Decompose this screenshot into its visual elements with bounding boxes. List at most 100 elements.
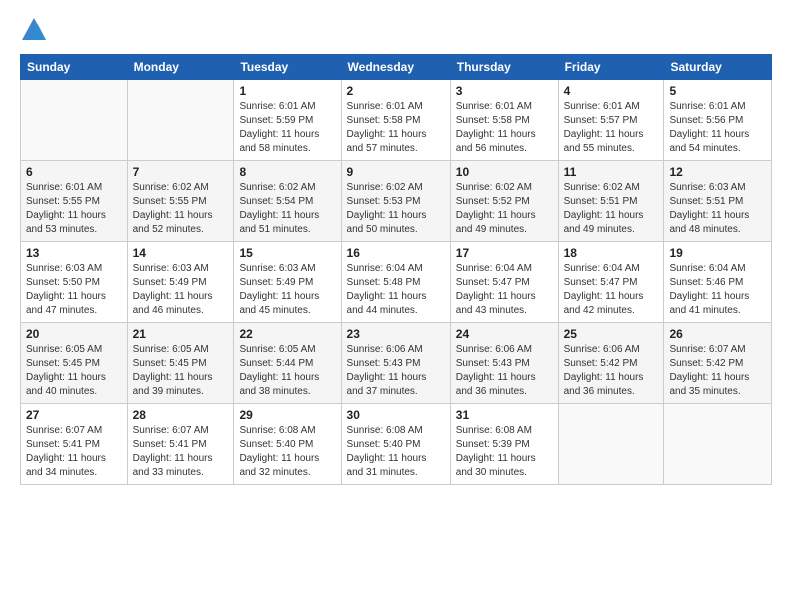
page: SundayMondayTuesdayWednesdayThursdayFrid…	[0, 0, 792, 612]
day-detail: Sunrise: 6:06 AMSunset: 5:43 PMDaylight:…	[456, 343, 553, 399]
day-detail: Sunrise: 6:07 AMSunset: 5:42 PMDaylight:…	[669, 343, 766, 399]
day-cell: 3Sunrise: 6:01 AMSunset: 5:58 PMDaylight…	[450, 80, 558, 161]
col-header-sunday: Sunday	[21, 55, 128, 80]
day-number: 4	[564, 84, 659, 98]
day-number: 6	[26, 165, 122, 179]
day-cell: 4 Sunrise: 6:01 AMSunset: 5:57 PMDaylight…	[558, 80, 664, 161]
col-header-friday: Friday	[558, 55, 664, 80]
day-detail: Sunrise: 6:02 AMSunset: 5:55 PMDaylight:…	[133, 181, 229, 237]
day-detail: Sunrise: 6:01 AMSunset: 5:56 PMDaylight:…	[669, 100, 766, 156]
day-detail: Sunrise: 6:07 AMSunset: 5:41 PMDaylight:…	[133, 424, 229, 480]
day-cell: 19 Sunrise: 6:04 AMSunset: 5:46 PMDayligh…	[664, 242, 772, 323]
day-number: 28	[133, 408, 229, 422]
calendar-header-row: SundayMondayTuesdayWednesdayThursdayFrid…	[21, 55, 772, 80]
day-cell: 27 Sunrise: 6:07 AMSunset: 5:41 PMDayligh…	[21, 404, 128, 485]
day-detail: Sunrise: 6:05 AMSunset: 5:45 PMDaylight:…	[133, 343, 229, 399]
calendar-table: SundayMondayTuesdayWednesdayThursdayFrid…	[20, 54, 772, 485]
day-cell	[558, 404, 664, 485]
week-row-2: 6 Sunrise: 6:01 AMSunset: 5:55 PMDaylight…	[21, 161, 772, 242]
day-cell: 21 Sunrise: 6:05 AMSunset: 5:45 PMDayligh…	[127, 323, 234, 404]
day-number: 17	[456, 246, 553, 260]
day-number: 24	[456, 327, 553, 341]
day-cell	[664, 404, 772, 485]
day-detail: Sunrise: 6:02 AMSunset: 5:52 PMDaylight:…	[456, 181, 553, 237]
day-cell: 15Sunrise: 6:03 AMSunset: 5:49 PMDayligh…	[234, 242, 341, 323]
day-number: 30	[347, 408, 445, 422]
day-cell: 24 Sunrise: 6:06 AMSunset: 5:43 PMDayligh…	[450, 323, 558, 404]
day-number: 29	[239, 408, 335, 422]
day-cell: 12 Sunrise: 6:03 AMSunset: 5:51 PMDayligh…	[664, 161, 772, 242]
day-cell: 18Sunrise: 6:04 AMSunset: 5:47 PMDayligh…	[558, 242, 664, 323]
day-detail: Sunrise: 6:04 AMSunset: 5:46 PMDaylight:…	[669, 262, 766, 318]
day-cell: 29 Sunrise: 6:08 AMSunset: 5:40 PMDayligh…	[234, 404, 341, 485]
day-number: 13	[26, 246, 122, 260]
day-detail: Sunrise: 6:03 AMSunset: 5:51 PMDaylight:…	[669, 181, 766, 237]
day-number: 8	[239, 165, 335, 179]
day-detail: Sunrise: 6:08 AMSunset: 5:39 PMDaylight:…	[456, 424, 553, 480]
day-cell: 20 Sunrise: 6:05 AMSunset: 5:45 PMDayligh…	[21, 323, 128, 404]
day-detail: Sunrise: 6:01 AMSunset: 5:55 PMDaylight:…	[26, 181, 122, 237]
day-number: 11	[564, 165, 659, 179]
day-number: 23	[347, 327, 445, 341]
day-detail: Sunrise: 6:02 AMSunset: 5:51 PMDaylight:…	[564, 181, 659, 237]
day-detail: Sunrise: 6:03 AMSunset: 5:49 PMDaylight:…	[133, 262, 229, 318]
day-detail: Sunrise: 6:04 AMSunset: 5:48 PMDaylight:…	[347, 262, 445, 318]
week-row-1: 1 Sunrise: 6:01 AMSunset: 5:59 PMDaylight…	[21, 80, 772, 161]
day-cell: 2Sunrise: 6:01 AMSunset: 5:58 PMDaylight…	[341, 80, 450, 161]
day-number: 5	[669, 84, 766, 98]
day-cell: 30 Sunrise: 6:08 AMSunset: 5:40 PMDayligh…	[341, 404, 450, 485]
col-header-monday: Monday	[127, 55, 234, 80]
day-cell: 13 Sunrise: 6:03 AMSunset: 5:50 PMDayligh…	[21, 242, 128, 323]
day-detail: Sunrise: 6:06 AMSunset: 5:42 PMDaylight:…	[564, 343, 659, 399]
day-cell: 16Sunrise: 6:04 AMSunset: 5:48 PMDayligh…	[341, 242, 450, 323]
day-number: 12	[669, 165, 766, 179]
day-cell: 6 Sunrise: 6:01 AMSunset: 5:55 PMDaylight…	[21, 161, 128, 242]
day-cell: 9 Sunrise: 6:02 AMSunset: 5:53 PMDaylight…	[341, 161, 450, 242]
day-number: 15	[239, 246, 335, 260]
day-cell: 10 Sunrise: 6:02 AMSunset: 5:52 PMDayligh…	[450, 161, 558, 242]
day-number: 27	[26, 408, 122, 422]
day-cell: 26 Sunrise: 6:07 AMSunset: 5:42 PMDayligh…	[664, 323, 772, 404]
day-cell: 22Sunrise: 6:05 AMSunset: 5:44 PMDayligh…	[234, 323, 341, 404]
header	[20, 16, 772, 44]
day-number: 2	[347, 84, 445, 98]
week-row-3: 13 Sunrise: 6:03 AMSunset: 5:50 PMDayligh…	[21, 242, 772, 323]
day-number: 14	[133, 246, 229, 260]
day-detail: Sunrise: 6:02 AMSunset: 5:53 PMDaylight:…	[347, 181, 445, 237]
day-detail: Sunrise: 6:01 AMSunset: 5:57 PMDaylight:…	[564, 100, 659, 156]
day-cell: 8 Sunrise: 6:02 AMSunset: 5:54 PMDaylight…	[234, 161, 341, 242]
day-number: 7	[133, 165, 229, 179]
day-cell: 5 Sunrise: 6:01 AMSunset: 5:56 PMDaylight…	[664, 80, 772, 161]
day-cell: 23 Sunrise: 6:06 AMSunset: 5:43 PMDayligh…	[341, 323, 450, 404]
day-number: 19	[669, 246, 766, 260]
day-detail: Sunrise: 6:01 AMSunset: 5:59 PMDaylight:…	[239, 100, 335, 156]
day-cell: 25 Sunrise: 6:06 AMSunset: 5:42 PMDayligh…	[558, 323, 664, 404]
day-cell: 7 Sunrise: 6:02 AMSunset: 5:55 PMDaylight…	[127, 161, 234, 242]
logo	[20, 16, 52, 44]
day-number: 26	[669, 327, 766, 341]
week-row-5: 27 Sunrise: 6:07 AMSunset: 5:41 PMDayligh…	[21, 404, 772, 485]
day-detail: Sunrise: 6:05 AMSunset: 5:45 PMDaylight:…	[26, 343, 122, 399]
day-detail: Sunrise: 6:03 AMSunset: 5:50 PMDaylight:…	[26, 262, 122, 318]
day-detail: Sunrise: 6:02 AMSunset: 5:54 PMDaylight:…	[239, 181, 335, 237]
day-number: 10	[456, 165, 553, 179]
day-number: 20	[26, 327, 122, 341]
day-number: 1	[239, 84, 335, 98]
day-detail: Sunrise: 6:07 AMSunset: 5:41 PMDaylight:…	[26, 424, 122, 480]
day-number: 25	[564, 327, 659, 341]
day-number: 9	[347, 165, 445, 179]
day-cell: 11 Sunrise: 6:02 AMSunset: 5:51 PMDayligh…	[558, 161, 664, 242]
day-detail: Sunrise: 6:05 AMSunset: 5:44 PMDaylight:…	[239, 343, 335, 399]
logo-icon	[20, 16, 48, 44]
day-number: 21	[133, 327, 229, 341]
day-cell: 17 Sunrise: 6:04 AMSunset: 5:47 PMDayligh…	[450, 242, 558, 323]
day-detail: Sunrise: 6:06 AMSunset: 5:43 PMDaylight:…	[347, 343, 445, 399]
day-detail: Sunrise: 6:08 AMSunset: 5:40 PMDaylight:…	[347, 424, 445, 480]
day-detail: Sunrise: 6:04 AMSunset: 5:47 PMDaylight:…	[456, 262, 553, 318]
day-number: 31	[456, 408, 553, 422]
day-detail: Sunrise: 6:08 AMSunset: 5:40 PMDaylight:…	[239, 424, 335, 480]
col-header-saturday: Saturday	[664, 55, 772, 80]
day-detail: Sunrise: 6:04 AMSunset: 5:47 PMDaylight:…	[564, 262, 659, 318]
col-header-tuesday: Tuesday	[234, 55, 341, 80]
col-header-thursday: Thursday	[450, 55, 558, 80]
